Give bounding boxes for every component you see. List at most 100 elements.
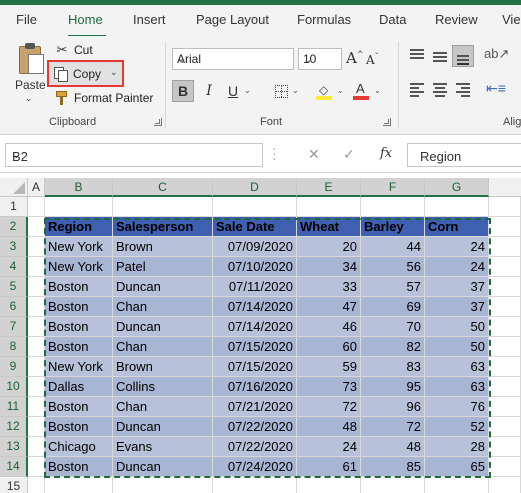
table-cell[interactable]: Evans — [113, 437, 213, 457]
tab-page-layout[interactable]: Page Layout — [196, 12, 269, 27]
tab-insert[interactable]: Insert — [133, 12, 166, 27]
table-cell[interactable]: 07/09/2020 — [213, 237, 297, 257]
column-header-b[interactable]: B — [45, 178, 113, 197]
table-cell[interactable]: 07/11/2020 — [213, 277, 297, 297]
table-cell[interactable]: Boston — [45, 277, 113, 297]
table-cell[interactable]: 47 — [297, 297, 361, 317]
row-header-7[interactable]: 7 — [0, 317, 28, 337]
table-cell[interactable]: 52 — [425, 417, 489, 437]
format-painter-button[interactable]: Format Painter — [54, 88, 153, 108]
align-left-button[interactable] — [406, 78, 428, 100]
table-cell[interactable]: 83 — [361, 357, 425, 377]
table-cell[interactable]: 37 — [425, 297, 489, 317]
column-header-d[interactable]: D — [213, 178, 297, 197]
cell[interactable] — [489, 217, 521, 237]
table-header-cell[interactable]: Corn — [425, 217, 489, 237]
bold-button[interactable]: B — [172, 80, 194, 102]
underline-dropdown-icon[interactable]: ⌄ — [244, 86, 251, 95]
table-cell[interactable]: 07/24/2020 — [213, 457, 297, 477]
table-cell[interactable]: 20 — [297, 237, 361, 257]
table-cell[interactable]: 95 — [361, 377, 425, 397]
table-cell[interactable]: 50 — [425, 337, 489, 357]
table-cell[interactable]: 07/21/2020 — [213, 397, 297, 417]
indent-icon[interactable]: ⇤≡ — [486, 80, 506, 97]
cell[interactable] — [45, 477, 113, 493]
table-header-cell[interactable]: Sale Date — [213, 217, 297, 237]
tab-file[interactable]: File — [16, 12, 37, 27]
column-header-e[interactable]: E — [297, 178, 361, 197]
cell[interactable] — [213, 197, 297, 217]
table-cell[interactable]: 50 — [425, 317, 489, 337]
row-header-8[interactable]: 8 — [0, 337, 28, 357]
cell[interactable] — [489, 477, 521, 493]
cell[interactable] — [28, 397, 45, 417]
row-header-5[interactable]: 5 — [0, 277, 28, 297]
table-cell[interactable]: 07/16/2020 — [213, 377, 297, 397]
borders-button[interactable] — [270, 80, 292, 102]
cell[interactable] — [489, 417, 521, 437]
cell[interactable] — [297, 477, 361, 493]
table-cell[interactable]: Boston — [45, 457, 113, 477]
table-cell[interactable]: 07/22/2020 — [213, 437, 297, 457]
paste-dropdown-icon[interactable]: ⌄ — [25, 93, 33, 104]
clipboard-launcher-icon[interactable] — [154, 118, 162, 126]
table-cell[interactable]: New York — [45, 237, 113, 257]
cell[interactable] — [45, 197, 113, 217]
table-cell[interactable]: 85 — [361, 457, 425, 477]
row-header-6[interactable]: 6 — [0, 297, 28, 317]
cell[interactable] — [489, 357, 521, 377]
table-cell[interactable]: Duncan — [113, 277, 213, 297]
center-button[interactable] — [429, 78, 451, 100]
tab-home[interactable]: Home — [68, 12, 103, 27]
table-cell[interactable]: 57 — [361, 277, 425, 297]
font-name-select[interactable]: Arial ⌄ — [172, 48, 294, 70]
table-cell[interactable]: 07/15/2020 — [213, 337, 297, 357]
middle-align-button[interactable] — [429, 45, 451, 67]
table-header-cell[interactable]: Salesperson — [113, 217, 213, 237]
table-cell[interactable]: 82 — [361, 337, 425, 357]
row-header-15[interactable]: 15 — [0, 477, 28, 493]
cell[interactable] — [28, 257, 45, 277]
table-cell[interactable]: Boston — [45, 297, 113, 317]
cell[interactable] — [28, 437, 45, 457]
cell[interactable] — [489, 317, 521, 337]
cell[interactable] — [113, 197, 213, 217]
tab-view[interactable]: Vie — [502, 12, 521, 27]
table-cell[interactable]: 24 — [297, 437, 361, 457]
cell[interactable] — [489, 437, 521, 457]
row-header-12[interactable]: 12 — [0, 417, 28, 437]
decrease-font-size-button[interactable]: Aˇ — [366, 52, 379, 67]
table-cell[interactable]: Brown — [113, 357, 213, 377]
cell[interactable] — [28, 337, 45, 357]
drag-handle-icon[interactable]: · · · — [272, 141, 277, 165]
table-cell[interactable]: 48 — [361, 437, 425, 457]
tab-data[interactable]: Data — [379, 12, 406, 27]
italic-button[interactable]: I — [198, 80, 220, 102]
top-align-button[interactable] — [406, 45, 428, 67]
cell[interactable] — [28, 377, 45, 397]
font-launcher-icon[interactable] — [383, 118, 391, 126]
cell[interactable] — [361, 477, 425, 493]
font-color-button[interactable]: A — [350, 80, 372, 102]
tab-review[interactable]: Review — [435, 12, 478, 27]
copy-button[interactable]: Copy — [53, 64, 101, 84]
cell[interactable] — [489, 257, 521, 277]
cell[interactable] — [28, 357, 45, 377]
table-cell[interactable]: Duncan — [113, 317, 213, 337]
insert-function-button[interactable]: fx — [380, 146, 392, 161]
table-cell[interactable]: 07/14/2020 — [213, 317, 297, 337]
cell[interactable] — [489, 457, 521, 477]
font-color-dropdown-icon[interactable]: ⌄ — [374, 86, 381, 95]
cell[interactable] — [489, 297, 521, 317]
cell[interactable] — [489, 237, 521, 257]
table-cell[interactable]: 70 — [361, 317, 425, 337]
table-cell[interactable]: New York — [45, 257, 113, 277]
row-header-2[interactable]: 2 — [0, 217, 28, 237]
orientation-icon[interactable]: ab↗ — [484, 46, 509, 62]
font-size-select[interactable]: 10 ⌄ — [298, 48, 342, 70]
table-cell[interactable]: 69 — [361, 297, 425, 317]
fill-color-dropdown-icon[interactable]: ⌄ — [337, 86, 344, 95]
cell[interactable] — [425, 197, 489, 217]
table-cell[interactable]: 63 — [425, 377, 489, 397]
table-cell[interactable]: 73 — [297, 377, 361, 397]
